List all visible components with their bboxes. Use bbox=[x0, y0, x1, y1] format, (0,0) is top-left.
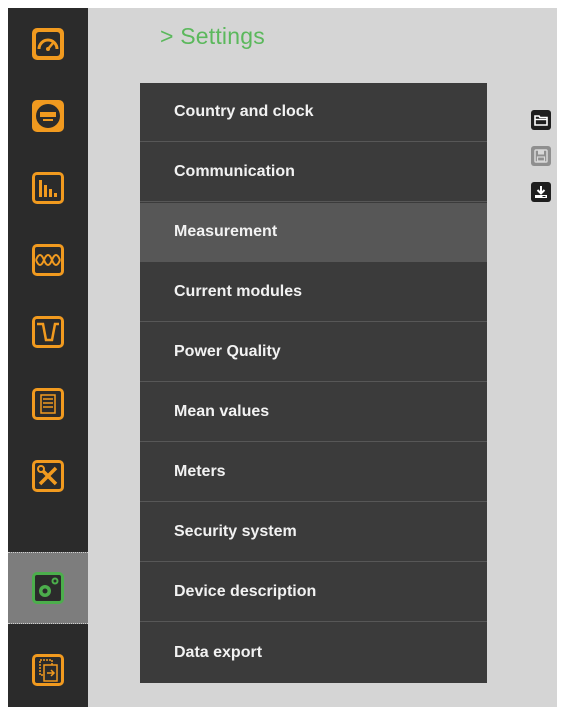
menu-item-mean-values[interactable]: Mean values bbox=[140, 383, 487, 442]
menu-item-power-quality[interactable]: Power Quality bbox=[140, 323, 487, 382]
menu-item-country-clock[interactable]: Country and clock bbox=[140, 83, 487, 142]
menu-item-communication[interactable]: Communication bbox=[140, 143, 487, 202]
nav-item-lists[interactable] bbox=[8, 368, 88, 440]
nav-item-settings[interactable] bbox=[8, 552, 88, 624]
menu-item-security-system[interactable]: Security system bbox=[140, 503, 487, 562]
save-disk-icon bbox=[534, 149, 548, 163]
page-title: > Settings bbox=[160, 23, 265, 49]
download-icon bbox=[535, 186, 547, 198]
nav-item-export[interactable] bbox=[8, 634, 88, 706]
nav-item-events[interactable] bbox=[8, 296, 88, 368]
settings-menu: Country and clock Communication Measurem… bbox=[140, 83, 487, 683]
menu-item-device-description[interactable]: Device description bbox=[140, 563, 487, 622]
nav-item-tools[interactable] bbox=[8, 440, 88, 512]
download-button[interactable] bbox=[531, 182, 551, 202]
bar-chart-icon bbox=[32, 172, 64, 204]
sidebar-nav bbox=[8, 8, 88, 707]
dip-curve-icon bbox=[32, 316, 64, 348]
open-folder-icon bbox=[534, 115, 548, 126]
open-button[interactable] bbox=[531, 110, 551, 130]
nav-item-overview[interactable] bbox=[8, 8, 88, 80]
nav-item-meter[interactable] bbox=[8, 80, 88, 152]
menu-item-measurement[interactable]: Measurement bbox=[140, 203, 487, 262]
tools-icon bbox=[32, 460, 64, 492]
menu-item-meters[interactable]: Meters bbox=[140, 443, 487, 502]
nav-item-charts[interactable] bbox=[8, 152, 88, 224]
save-button[interactable] bbox=[531, 146, 551, 166]
menu-item-data-export[interactable]: Data export bbox=[140, 623, 487, 682]
waveform-icon bbox=[32, 244, 64, 276]
settings-gears-icon bbox=[32, 572, 64, 604]
meter-display-icon bbox=[32, 100, 64, 132]
menu-item-current-modules[interactable]: Current modules bbox=[140, 263, 487, 322]
document-export-icon bbox=[32, 654, 64, 686]
nav-item-waveforms[interactable] bbox=[8, 224, 88, 296]
gauge-icon bbox=[32, 28, 64, 60]
list-document-icon bbox=[32, 388, 64, 420]
